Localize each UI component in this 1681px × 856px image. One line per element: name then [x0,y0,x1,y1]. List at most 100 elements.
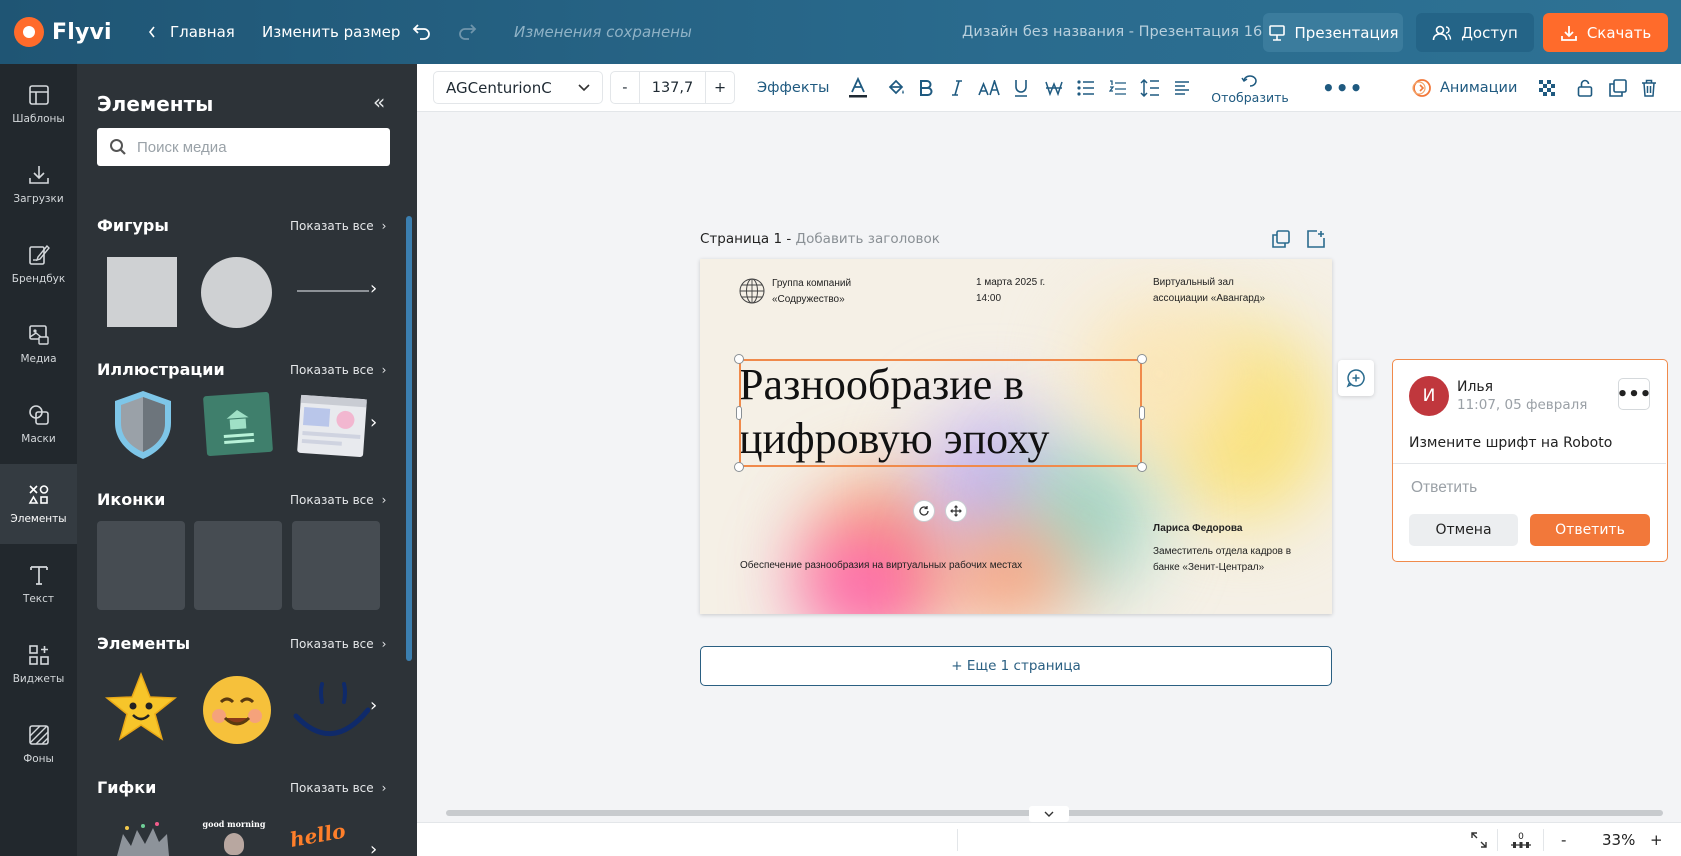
shape-square[interactable] [107,257,177,327]
presentation-button[interactable]: Презентация [1263,13,1403,52]
delete-button[interactable] [1641,64,1657,112]
illustration-dashboard[interactable] [297,394,367,458]
add-page-title[interactable]: Добавить заголовок [796,231,940,247]
rail-item-media[interactable]: Медиа [0,304,77,384]
element-smile-line[interactable] [292,676,370,742]
element-star[interactable] [104,672,178,744]
rotate-button[interactable] [913,500,935,522]
shapes-next-button[interactable]: › [370,278,377,299]
duplicate-button[interactable] [1609,64,1627,112]
add-page-button[interactable] [1307,230,1325,248]
more-options-button[interactable]: ••• [1322,64,1363,112]
bold-button[interactable] [919,64,933,112]
search-input[interactable] [137,138,377,156]
resize-handle-right[interactable] [1139,406,1145,420]
show-all-gifs[interactable]: Показать все › [290,781,386,795]
move-button[interactable] [945,500,967,522]
panel-scrollbar[interactable] [406,216,412,661]
reply-button[interactable]: Ответить [1530,514,1650,546]
slide-subtitle[interactable]: Обеспечение разнообразия на виртуальных … [740,558,1022,574]
resize-button[interactable]: Изменить размер [262,0,400,64]
redo-button[interactable] [457,0,477,64]
strikethrough-button[interactable] [1045,64,1063,112]
effects-button[interactable]: Эффекты [757,64,830,112]
copy-page-button[interactable] [1272,230,1290,248]
rail-item-brandbook[interactable]: Брендбук [0,224,77,304]
cancel-button[interactable]: Отмена [1409,514,1518,546]
icon-tile-placeholder[interactable] [97,521,185,610]
search-box[interactable] [97,128,390,166]
line-spacing-button[interactable] [1140,64,1160,112]
transparency-button[interactable] [1539,64,1555,112]
rail-item-text[interactable]: Текст [0,544,77,624]
font-size-decrease[interactable]: - [611,80,639,96]
resize-handle-top-left[interactable] [734,354,744,364]
shape-line[interactable] [297,290,369,292]
zoom-level[interactable]: 33% [1602,823,1635,856]
rail-item-masks[interactable]: Маски [0,384,77,464]
download-button[interactable]: Скачать [1543,13,1668,52]
resize-handle-left[interactable] [736,406,742,420]
icon-tile-placeholder[interactable] [292,521,380,610]
undo-button[interactable] [412,0,432,64]
collapse-panel-button[interactable]: « [373,90,385,114]
rail-item-backgrounds[interactable]: Фоны [0,704,77,784]
element-smiley[interactable] [201,674,273,746]
numbered-list-button[interactable] [1109,64,1127,112]
animations-button[interactable]: Анимации [1412,64,1517,112]
elements-next-button[interactable]: › [370,695,377,716]
show-all-illustrations[interactable]: Показать все › [290,363,386,377]
show-all-elements[interactable]: Показать все › [290,637,386,651]
font-family-select[interactable]: AGCenturionC [433,71,603,104]
move-icon [950,505,962,517]
icon-tile-placeholder[interactable] [194,521,282,610]
rail-item-uploads[interactable]: Загрузки [0,144,77,224]
flip-button[interactable]: Отобразить [1211,68,1289,110]
fill-color-button[interactable] [887,64,905,112]
underline-button[interactable] [1014,64,1028,112]
resize-handle-bottom-right[interactable] [1137,462,1147,472]
comment-more-button[interactable]: ••• [1617,378,1651,410]
home-link[interactable]: Главная [148,0,235,64]
reply-input[interactable] [1411,473,1651,503]
scroll-toggle-button[interactable] [1029,806,1069,822]
page-counter[interactable]: 0 [1511,823,1531,856]
text-color-button[interactable] [848,64,868,112]
illustration-shield[interactable] [111,389,175,461]
zoom-in-button[interactable]: + [1650,823,1663,856]
media-icon [27,323,51,347]
access-button[interactable]: Доступ [1416,13,1534,52]
show-all-icons[interactable]: Показать все › [290,493,386,507]
fullscreen-button[interactable] [1471,823,1487,856]
show-all-shapes[interactable]: Показать все › [290,219,386,233]
add-comment-button[interactable] [1338,360,1374,396]
font-size-input[interactable]: 137,7 [640,80,705,96]
gifs-next-button[interactable]: › [370,839,377,856]
font-size-increase[interactable]: + [706,80,734,96]
brand-logo[interactable]: Flyvi [14,0,112,64]
rail-label: Элементы [10,513,67,525]
bulleted-list-button[interactable] [1077,64,1095,112]
rail-item-widgets[interactable]: Виджеты [0,624,77,704]
zoom-out-button[interactable]: - [1561,823,1566,856]
italic-button[interactable] [951,64,963,112]
align-button[interactable] [1174,64,1190,112]
gif-hello[interactable]: hello [288,814,374,856]
slide-speaker-name[interactable]: Лариса Федорова [1153,521,1242,537]
gif-celebration[interactable] [113,820,171,856]
text-case-button[interactable] [978,64,1000,112]
document-title[interactable]: Дизайн без названия - Презентация 16:9 [962,0,1276,64]
gif-good-morning[interactable]: good morning [201,819,267,856]
rail-item-templates[interactable]: Шаблоны [0,64,77,144]
illustration-bank[interactable] [202,391,274,457]
text-selection-box[interactable] [739,359,1142,467]
add-page-button-bottom[interactable]: + Еще 1 страница [700,646,1332,686]
lock-button[interactable] [1577,64,1593,112]
slide-speaker-role[interactable]: Заместитель отдела кадров в банке «Зенит… [1153,544,1291,575]
resize-handle-top-right[interactable] [1137,354,1147,364]
illustrations-next-button[interactable]: › [370,412,377,433]
flip-icon [1241,74,1259,88]
rail-item-elements[interactable]: Элементы [0,464,77,544]
resize-handle-bottom-left[interactable] [734,462,744,472]
shape-circle[interactable] [201,257,272,328]
